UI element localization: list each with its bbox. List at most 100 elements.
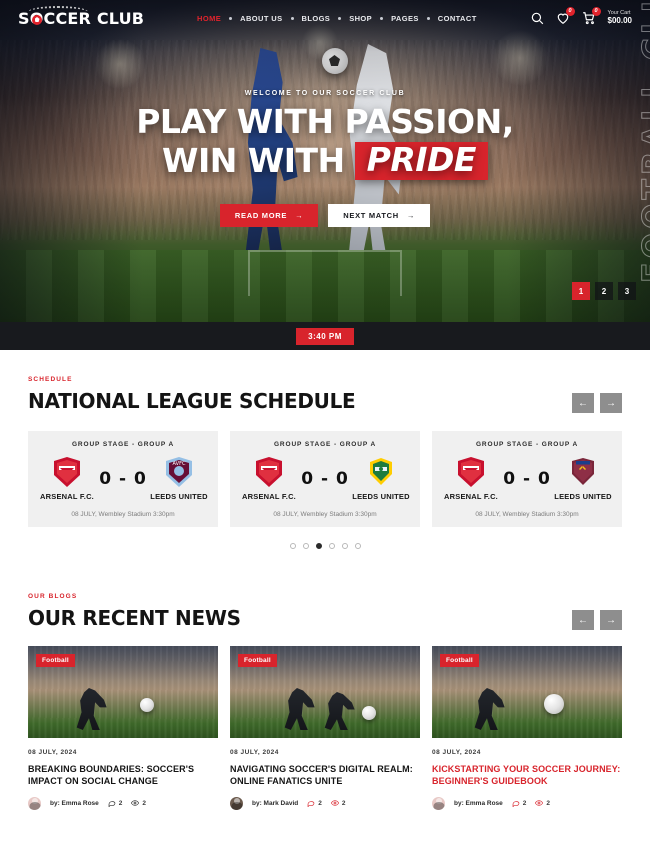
soccer-ball-icon xyxy=(544,694,564,714)
next-match-button[interactable]: NEXT MATCH → xyxy=(328,203,431,227)
home-team: ARSENAL F.C. xyxy=(38,457,96,501)
match-stage: GROUP STAGE - GROUP A xyxy=(475,441,579,448)
page-root: SOCCER CLUB HOME ABOUT US BLOGS SHOP PAG… xyxy=(0,0,650,844)
schedule-prev-button[interactable]: ← xyxy=(572,393,594,413)
blog-category-tag[interactable]: Football xyxy=(238,654,277,667)
blog-views: 2 xyxy=(131,799,146,807)
read-more-label: READ MORE xyxy=(234,210,288,220)
hero-slider-pagination: 1 2 3 xyxy=(572,282,636,300)
nav-item-about-us[interactable]: ABOUT US xyxy=(240,14,282,23)
match-card[interactable]: GROUP STAGE - GROUP A ARSENAL F.C. 0 - 0 xyxy=(230,431,420,527)
comment-icon xyxy=(512,801,520,808)
match-score: 0 - 0 xyxy=(301,469,349,489)
nav-separator-dot xyxy=(380,16,384,20)
blogs-nav-arrows: ← → xyxy=(572,610,622,630)
search-icon[interactable] xyxy=(530,11,544,25)
schedule-kicker: SCHEDULE xyxy=(28,376,73,383)
hero-title-line2: WIN WITH PRIDE xyxy=(0,142,650,180)
nav-item-pages[interactable]: PAGES xyxy=(391,14,419,23)
schedule-section: SCHEDULE NATIONAL LEAGUE SCHEDULE ← → GR… xyxy=(0,350,650,549)
comment-count: 2 xyxy=(522,799,527,807)
aston-villa-crest: AVFC xyxy=(166,457,192,487)
cart-icon[interactable]: 0 xyxy=(582,7,601,25)
match-score: 0 - 0 xyxy=(503,469,551,489)
blog-title[interactable]: NAVIGATING SOCCER'S DIGITAL REALM: ONLIN… xyxy=(230,763,420,788)
schedule-next-button[interactable]: → xyxy=(600,393,622,413)
goalkeeper-silhouette xyxy=(474,688,505,730)
schedule-nav-arrows: ← → xyxy=(572,393,622,413)
away-team-name: LEEDS UNITED xyxy=(554,492,612,501)
carousel-dot-5[interactable] xyxy=(341,543,348,549)
arrow-right-icon: → xyxy=(295,210,304,220)
match-score: 0 - 0 xyxy=(99,469,147,489)
match-card[interactable]: GROUP STAGE - GROUP A ARSENAL F.C. 0 - 0 xyxy=(432,431,622,527)
carousel-dot-3[interactable] xyxy=(315,543,322,549)
blog-card[interactable]: Football 08 JULY, 2024 NAVIGATING SOCCER… xyxy=(230,646,420,810)
match-card[interactable]: GROUP STAGE - GROUP A ARSENAL F.C. 0 - 0 xyxy=(28,431,218,527)
nav-item-home[interactable]: HOME xyxy=(197,14,221,23)
away-team: LEEDS UNITED xyxy=(352,457,410,501)
avatar xyxy=(432,796,445,810)
soccer-ball-icon xyxy=(362,706,376,720)
nav-separator-dot xyxy=(338,16,342,20)
eye-icon xyxy=(330,800,339,806)
eye-icon xyxy=(535,800,544,806)
carousel-dot-6[interactable] xyxy=(354,543,361,549)
hero-kicker: WELCOME TO OUR SOCCER CLUB xyxy=(244,90,406,97)
arsenal-crest xyxy=(54,457,80,487)
match-body: ARSENAL F.C. 0 - 0 LEEDS UNITED xyxy=(442,457,612,501)
arrow-right-icon: → xyxy=(406,210,416,220)
blog-comments: 2 xyxy=(512,799,527,808)
blogs-prev-button[interactable]: ← xyxy=(572,610,594,630)
blog-meta: by: Emma Rose 2 2 xyxy=(432,796,622,810)
blog-views: 2 xyxy=(535,799,550,807)
wishlist-count-badge: 0 xyxy=(565,7,575,16)
cart-total: $00.00 xyxy=(607,16,632,26)
carousel-dot-1[interactable] xyxy=(289,543,296,549)
site-logo[interactable]: SOCCER CLUB xyxy=(18,5,144,28)
nav-item-shop[interactable]: SHOP xyxy=(349,14,372,23)
hero-title: PLAY WITH PASSION, WIN WITH PRIDE xyxy=(0,102,650,180)
carousel-dot-2[interactable] xyxy=(302,543,309,549)
comment-icon xyxy=(108,801,116,808)
hero-title-line1: PLAY WITH PASSION, xyxy=(136,102,514,141)
blog-author: by: Emma Rose xyxy=(50,799,99,807)
blog-date: 08 JULY, 2024 xyxy=(432,749,481,756)
read-more-button[interactable]: READ MORE → xyxy=(219,203,319,227)
blogs-next-button[interactable]: → xyxy=(600,610,622,630)
away-team-name: LEEDS UNITED xyxy=(150,492,208,501)
blog-thumbnail[interactable]: Football xyxy=(230,646,420,738)
svg-text:AVFC: AVFC xyxy=(173,461,186,467)
nav-item-blogs[interactable]: BLOGS xyxy=(302,14,331,23)
site-header: SOCCER CLUB HOME ABOUT US BLOGS SHOP PAG… xyxy=(0,0,650,36)
blog-category-tag[interactable]: Football xyxy=(36,654,75,667)
schedule-heading-group: SCHEDULE NATIONAL LEAGUE SCHEDULE xyxy=(28,376,356,413)
view-count: 2 xyxy=(142,799,147,807)
hero-slide-button-1[interactable]: 1 xyxy=(572,282,590,300)
match-body: ARSENAL F.C. 0 - 0 LEEDS UNITED xyxy=(240,457,410,501)
blog-meta: by: Emma Rose 2 2 xyxy=(28,796,218,810)
blog-title[interactable]: KICKSTARTING YOUR SOCCER JOURNEY: BEGINN… xyxy=(432,763,622,788)
hero-slide-button-2[interactable]: 2 xyxy=(595,282,613,300)
cart-label: Your Cart xyxy=(607,9,631,16)
blog-thumbnail[interactable]: Football xyxy=(28,646,218,738)
hero-slide-button-3[interactable]: 3 xyxy=(618,282,636,300)
cart-summary[interactable]: Your Cart $00.00 xyxy=(608,10,632,27)
match-body: ARSENAL F.C. 0 - 0 AVFC LEEDS UNITED xyxy=(38,457,208,501)
blog-title[interactable]: BREAKING BOUNDARIES: SOCCER'S IMPACT ON … xyxy=(28,763,218,788)
nav-item-contact[interactable]: CONTACT xyxy=(438,14,477,23)
blog-comments: 2 xyxy=(307,799,322,808)
carousel-dot-4[interactable] xyxy=(328,543,335,549)
away-team: AVFC LEEDS UNITED xyxy=(150,457,208,501)
blog-date: 08 JULY, 2024 xyxy=(230,749,279,756)
match-time-badge: 3:40 PM xyxy=(296,327,354,345)
heart-icon[interactable]: 0 xyxy=(556,7,575,25)
blog-card[interactable]: Football 08 JULY, 2024 KICKSTARTING YOUR… xyxy=(432,646,622,810)
blog-card[interactable]: Football 08 JULY, 2024 BREAKING BOUNDARI… xyxy=(28,646,218,810)
hero-buttons: READ MORE → NEXT MATCH → xyxy=(0,203,650,227)
blog-category-tag[interactable]: Football xyxy=(440,654,479,667)
blog-thumbnail[interactable]: Football xyxy=(432,646,622,738)
match-meta: 08 JULY, Wembley Stadium 3:30pm xyxy=(475,511,579,518)
next-match-label: NEXT MATCH xyxy=(343,210,399,220)
home-team: ARSENAL F.C. xyxy=(442,457,500,501)
